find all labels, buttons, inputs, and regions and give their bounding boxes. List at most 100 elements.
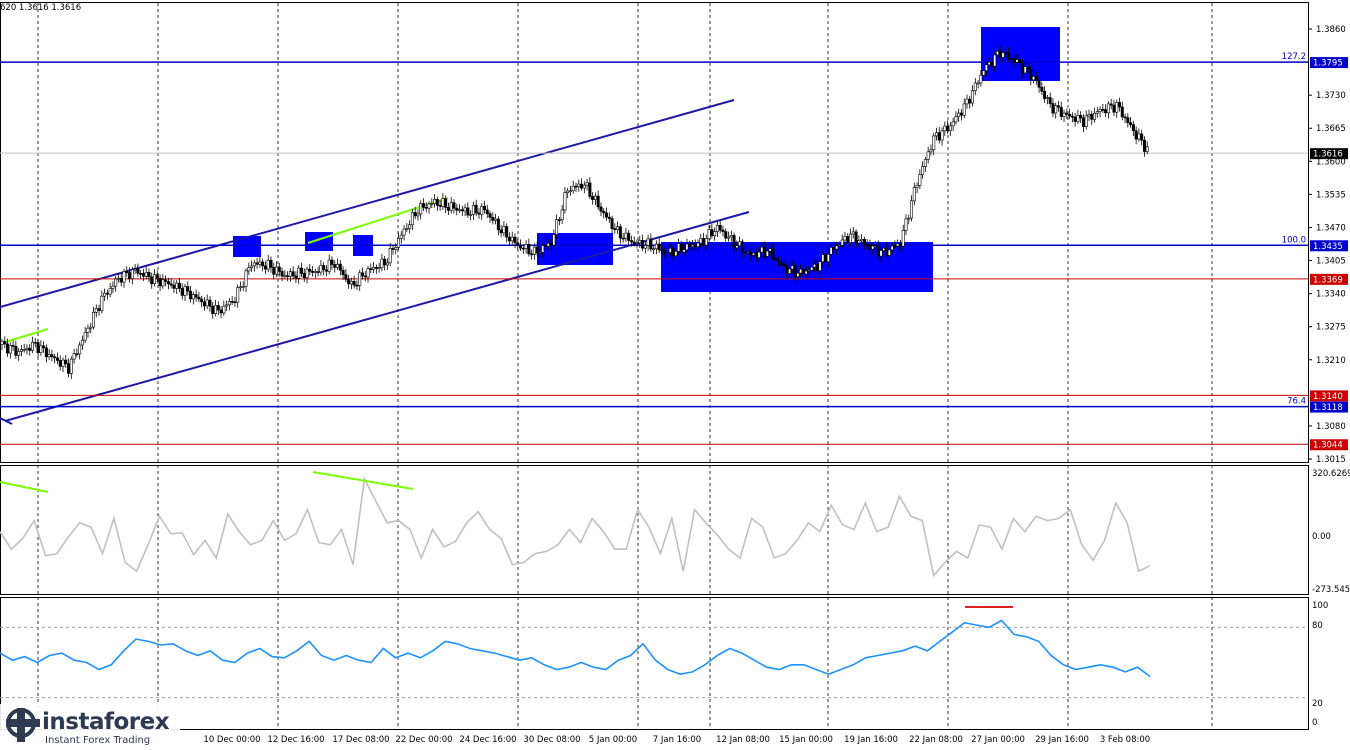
candle-body <box>8 345 12 354</box>
candle-body <box>585 182 589 186</box>
candle-body <box>302 273 306 278</box>
candle-body <box>807 269 811 272</box>
candle-body <box>932 135 936 151</box>
candle-body <box>849 233 853 243</box>
candle-body <box>69 358 73 374</box>
candle-body <box>391 248 395 250</box>
candle-body <box>191 294 195 300</box>
candle-body <box>768 248 772 252</box>
candle-body <box>635 242 639 245</box>
candle-body <box>668 247 672 253</box>
candle-body <box>618 226 622 239</box>
candle-body <box>449 202 453 211</box>
candle-body <box>424 207 428 209</box>
candle-body <box>580 183 584 189</box>
candle-body <box>1090 113 1094 120</box>
candle-body <box>793 265 797 277</box>
candle-body <box>860 238 864 241</box>
y-tick-label: 1.3210 <box>1316 356 1346 366</box>
candle-body <box>1095 111 1099 114</box>
candle-body <box>344 274 348 280</box>
fib-level-label: 76.4 <box>1287 397 1306 407</box>
candle-body <box>738 241 742 247</box>
candle-body <box>832 247 836 250</box>
candle-body <box>934 132 938 137</box>
candle-body <box>139 273 143 275</box>
candle-body <box>995 50 999 56</box>
candle-body <box>527 243 531 255</box>
candle-body <box>494 218 498 221</box>
x-tick-label: 5 Jan 00:00 <box>589 735 637 745</box>
candle-body <box>829 247 833 255</box>
candle-body <box>923 159 927 167</box>
y-tick-label: 1.3665 <box>1316 124 1346 134</box>
candle-body <box>951 121 955 127</box>
candle-body <box>194 294 198 298</box>
candle-body <box>116 277 120 280</box>
candle-body <box>288 271 292 277</box>
candle-body <box>929 149 933 153</box>
candle-body <box>1137 133 1141 140</box>
candle-body <box>208 299 212 307</box>
candle-body <box>666 252 670 254</box>
candle-body <box>979 74 983 84</box>
candle-body <box>89 326 93 329</box>
candle-body <box>222 305 226 314</box>
candle-body <box>496 218 500 231</box>
candle-body <box>50 354 54 358</box>
candle-body <box>338 263 342 271</box>
cci-divergence-line <box>0 481 49 493</box>
ohlc-header: 620 1.3616 1.3616 <box>0 3 82 13</box>
candle-body <box>347 279 351 285</box>
candle-body <box>452 202 456 209</box>
candle-body <box>25 347 29 350</box>
candle-body <box>516 242 520 246</box>
candle-body <box>690 244 694 247</box>
candle-body <box>72 353 76 360</box>
candle-body <box>818 261 822 271</box>
candle-body <box>957 112 961 118</box>
candle-body <box>535 246 539 254</box>
candle-body <box>613 228 617 231</box>
candle-body <box>280 271 284 277</box>
candle-body <box>904 218 908 231</box>
candle-body <box>125 271 129 273</box>
candle-body <box>200 298 204 303</box>
candle-body <box>682 249 686 253</box>
candle-body <box>735 245 739 249</box>
candle-body <box>846 236 850 243</box>
candle-body <box>100 295 104 311</box>
candle-body <box>336 263 340 268</box>
candle-body <box>380 258 384 269</box>
x-tick-label: 30 Dec 08:00 <box>523 735 580 745</box>
candle-body <box>1131 124 1135 131</box>
candle-body <box>616 226 620 231</box>
candle-body <box>871 245 875 250</box>
y-tick-label: 1.3730 <box>1316 91 1346 101</box>
candle-body <box>150 276 154 285</box>
candle-body <box>202 301 206 307</box>
candle-body <box>788 268 792 274</box>
candle-body <box>1032 76 1036 81</box>
candle-body <box>47 354 51 358</box>
candle-body <box>333 264 337 268</box>
candle-body <box>810 266 814 271</box>
candle-body <box>885 247 889 256</box>
candle-body <box>266 259 270 270</box>
candle-body <box>1029 68 1033 81</box>
candle-body <box>1076 115 1080 122</box>
candle-body <box>485 209 489 214</box>
candle-body <box>419 203 423 215</box>
candle-body <box>410 212 414 226</box>
candle-body <box>588 182 592 197</box>
candle-body <box>577 183 581 188</box>
candle-body <box>105 292 109 295</box>
candle-body <box>543 245 547 247</box>
candle-body <box>438 205 442 207</box>
candle-body <box>1104 109 1108 114</box>
candle-body <box>421 203 425 208</box>
cci-pane-border <box>0 465 1309 595</box>
candle-body <box>3 341 7 345</box>
candle-body <box>255 262 259 265</box>
candle-body <box>1040 86 1044 92</box>
